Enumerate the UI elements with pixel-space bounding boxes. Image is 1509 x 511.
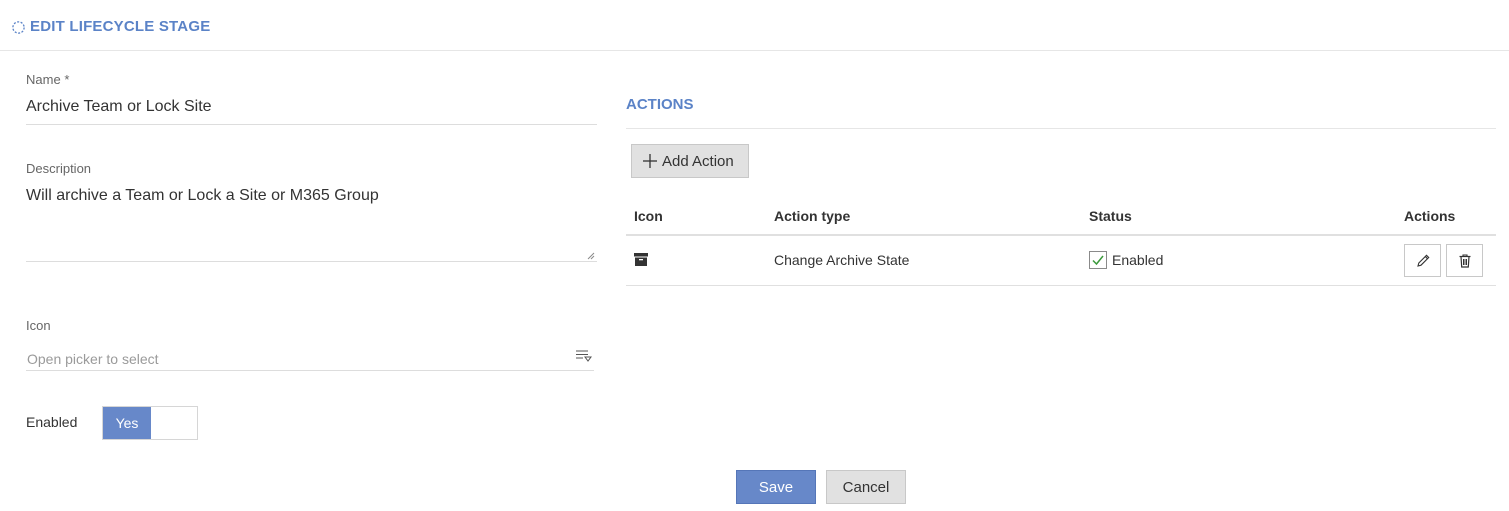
add-action-button[interactable]: Add Action xyxy=(631,144,749,178)
status-checkbox[interactable] xyxy=(1089,251,1107,269)
column-header-icon: Icon xyxy=(634,208,663,224)
icon-picker-underline xyxy=(26,370,594,371)
add-action-label: Add Action xyxy=(662,152,734,170)
icon-picker-input[interactable]: Open picker to select xyxy=(27,351,159,367)
name-input[interactable]: Archive Team or Lock Site xyxy=(26,98,212,116)
edit-action-button[interactable] xyxy=(1404,244,1441,277)
description-textarea[interactable]: Will archive a Team or Lock a Site or M3… xyxy=(26,187,597,205)
plus-icon xyxy=(643,154,657,168)
page-header: EDIT LIFECYCLE STAGE xyxy=(0,0,1509,51)
icon-label: Icon xyxy=(26,318,51,333)
table-header-divider xyxy=(626,234,1496,236)
enabled-toggle[interactable]: Yes xyxy=(102,406,198,440)
name-input-underline xyxy=(26,124,597,125)
description-underline xyxy=(26,261,597,262)
enabled-toggle-yes[interactable]: Yes xyxy=(103,407,151,439)
cancel-button[interactable]: Cancel xyxy=(826,470,906,504)
checkmark-icon xyxy=(1092,255,1104,266)
description-label: Description xyxy=(26,161,92,176)
column-header-actions: Actions xyxy=(1404,208,1456,224)
column-header-action-type: Action type xyxy=(774,208,851,224)
action-type-cell: Change Archive State xyxy=(774,252,910,268)
name-label: Name * xyxy=(26,72,69,87)
table-row-divider xyxy=(626,285,1496,286)
filter-list-icon[interactable] xyxy=(576,349,592,363)
pencil-edit-icon xyxy=(1416,254,1429,267)
column-header-status: Status xyxy=(1089,208,1132,224)
delete-action-button[interactable] xyxy=(1446,244,1483,277)
required-marker: * xyxy=(64,72,70,87)
trash-delete-icon xyxy=(1459,253,1470,268)
page-title: EDIT LIFECYCLE STAGE xyxy=(30,18,211,35)
actions-section-divider xyxy=(626,128,1496,129)
archive-box-icon xyxy=(634,253,648,266)
actions-section-title: ACTIONS xyxy=(626,96,694,113)
status-cell: Enabled xyxy=(1112,252,1164,268)
name-label-text: Name xyxy=(26,72,61,87)
enabled-toggle-knob[interactable] xyxy=(151,407,197,439)
loading-circle-icon xyxy=(12,21,25,34)
enabled-label: Enabled xyxy=(26,414,78,430)
resize-grip-icon[interactable] xyxy=(587,252,595,260)
save-button[interactable]: Save xyxy=(736,470,816,504)
